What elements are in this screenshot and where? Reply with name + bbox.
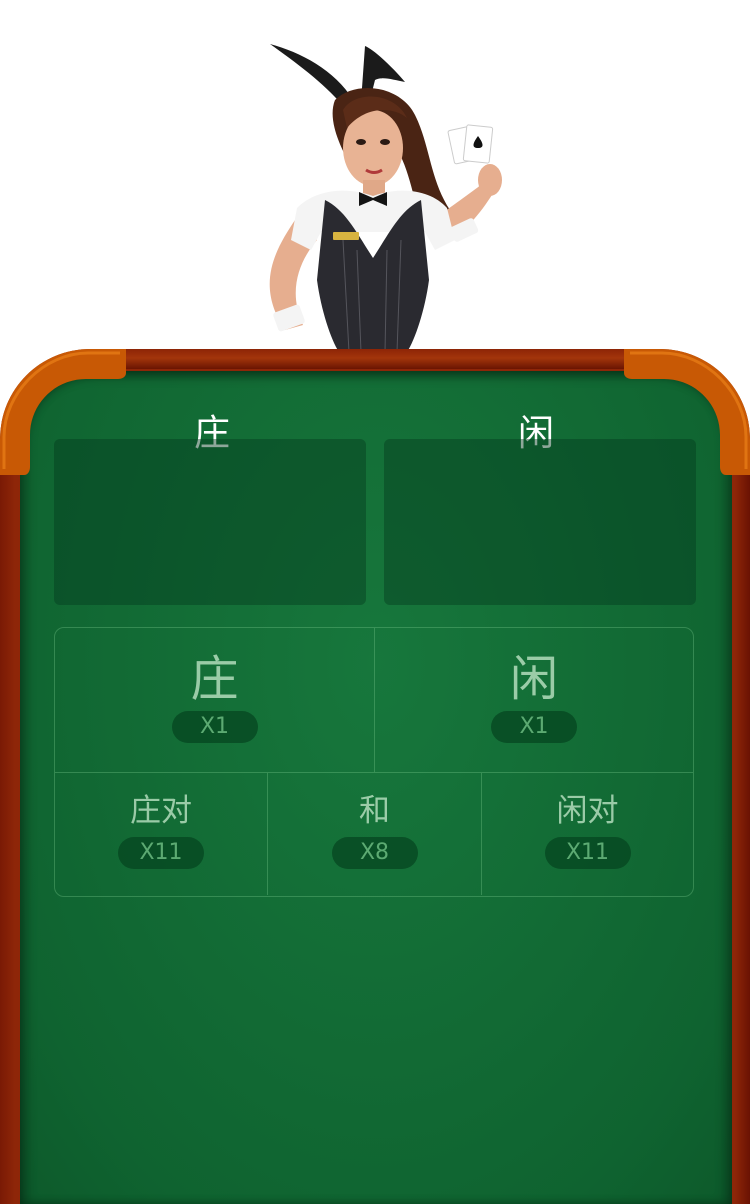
bet-banker-pair-label: 庄对	[130, 793, 192, 829]
dealer-illustration	[269, 44, 502, 352]
bet-tie-odds: X8	[331, 837, 418, 869]
bet-banker-label: 庄	[190, 651, 239, 707]
bet-player[interactable]: 闲 X1	[375, 628, 693, 773]
table-rail-top	[120, 349, 630, 369]
bet-banker-odds: X1	[171, 711, 258, 743]
bet-tie[interactable]: 和 X8	[268, 773, 482, 895]
bet-player-odds: X1	[491, 711, 577, 743]
name-badge	[333, 232, 359, 240]
bet-player-pair-odds: X11	[544, 837, 631, 869]
betting-grid: 庄 X1 闲 X1 庄对 X11 和 X8 闲对 X11	[54, 627, 694, 897]
bet-player-pair[interactable]: 闲对 X11	[482, 773, 693, 895]
bet-player-pair-label: 闲对	[556, 793, 619, 829]
bet-banker[interactable]: 庄 X1	[55, 628, 375, 773]
bet-player-label: 闲	[509, 651, 558, 707]
player-card-area	[384, 439, 696, 605]
banker-card-area	[54, 439, 366, 605]
bet-tie-label: 和	[359, 793, 390, 829]
bet-banker-pair[interactable]: 庄对 X11	[55, 773, 268, 895]
bet-banker-pair-odds: X11	[118, 837, 204, 869]
